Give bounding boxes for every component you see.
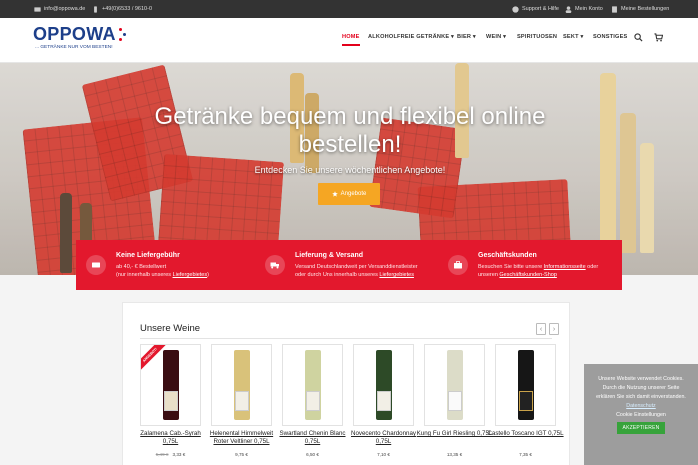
logo-dot-red-2 bbox=[119, 38, 122, 41]
info-text-prefix: Besuchen Sie bitte unsere bbox=[478, 264, 544, 270]
product-name[interactable]: Kung Fu Girl Riesling 0,75L bbox=[416, 430, 493, 438]
product-name[interactable]: Zalamena Cab.-Syrah 0,75L bbox=[132, 430, 209, 446]
product-image[interactable] bbox=[282, 344, 343, 426]
product-price: 6,50 € bbox=[306, 452, 319, 457]
phone-text: +49(0)6533 / 9610-0 bbox=[102, 6, 152, 12]
orders-text: Meine Bestellungen bbox=[621, 6, 670, 12]
info-title-shipping: Lieferung & Versand bbox=[295, 252, 364, 259]
support-link[interactable]: Support & Hilfe bbox=[512, 5, 559, 13]
help-icon bbox=[512, 5, 519, 13]
carousel-prev-button[interactable]: ‹ bbox=[536, 323, 546, 335]
product-image[interactable]: ANGEBOT! bbox=[140, 344, 201, 426]
offers-button[interactable]: Angebote bbox=[318, 183, 380, 205]
support-text: Support & Hilfe bbox=[522, 6, 559, 12]
truck-icon bbox=[265, 255, 285, 275]
section-title: Unsere Weine bbox=[140, 323, 201, 334]
accept-cookies-button[interactable]: AKZEPTIEREN bbox=[616, 422, 666, 434]
search-icon[interactable] bbox=[634, 33, 643, 42]
product-name[interactable]: Helenental Himmelweit Roter Veltliner 0,… bbox=[203, 430, 280, 446]
nav-sonstiges[interactable]: SONSTIGES bbox=[593, 34, 627, 40]
info-title-business: Geschäftskunden bbox=[478, 252, 537, 259]
logo-dot-red bbox=[119, 28, 122, 31]
cookie-text: Durch die Nutzung unserer Seite bbox=[602, 385, 680, 391]
nav-sekt[interactable]: SEKT ▾ bbox=[563, 34, 583, 40]
info-text: oder durch Uns innerhalb unseres Lieferg… bbox=[295, 272, 414, 278]
product-price: 5,49 €3,33 € bbox=[132, 452, 209, 457]
info-text: (nur innerhalb unseres Liefergebietes) bbox=[116, 272, 209, 278]
chevron-right-icon: › bbox=[552, 325, 556, 333]
nav-spirituosen[interactable]: SPIRITUOSEN bbox=[517, 34, 557, 40]
business-shop-link[interactable]: Geschäftskunden-Shop bbox=[499, 272, 556, 278]
delivery-area-link[interactable]: Liefergebietes bbox=[379, 272, 414, 278]
account-text: Mein Konto bbox=[575, 6, 603, 12]
product-price: 7,10 € bbox=[377, 452, 390, 457]
info-shipping: Lieferung & Versand Versand Deutschlandw… bbox=[265, 240, 445, 290]
nav-home[interactable]: HOME bbox=[342, 34, 360, 46]
divider bbox=[140, 338, 552, 339]
product-price: 9,75 € bbox=[235, 452, 248, 457]
product-image[interactable] bbox=[424, 344, 485, 426]
info-band: Keine Liefergebühr ab 40,- € Bestellwert… bbox=[76, 240, 622, 290]
cart-icon[interactable] bbox=[654, 33, 663, 42]
cookie-text: erklären Sie sich damit einverstanden. bbox=[596, 394, 686, 400]
info-business: Geschäftskunden Besuchen Sie bitte unser… bbox=[448, 240, 618, 290]
cookie-settings-link[interactable]: Cookie Einstellungen bbox=[584, 411, 698, 420]
account-link[interactable]: Mein Konto bbox=[565, 5, 603, 13]
info-text-prefix: (nur innerhalb unseres bbox=[116, 272, 173, 278]
phone-icon bbox=[94, 5, 97, 13]
product-image[interactable] bbox=[495, 344, 556, 426]
mail-icon bbox=[34, 6, 41, 12]
info-text: Versand Deutschlandweit per Versanddiens… bbox=[295, 264, 418, 270]
old-price: 5,49 € bbox=[155, 452, 169, 457]
orders-link[interactable]: Meine Bestellungen bbox=[611, 5, 670, 13]
orders-icon bbox=[612, 5, 617, 13]
product-price: 7,35 € bbox=[519, 452, 532, 457]
info-text-prefix: unseren bbox=[478, 272, 500, 278]
info-text-prefix: oder durch Uns innerhalb unseres bbox=[295, 272, 380, 278]
product-name[interactable]: Swartland Chenin Blanc 0,75L bbox=[274, 430, 351, 446]
info-text-suffix: ) bbox=[207, 272, 209, 278]
site-header: OPPOWA ... GETRÄNKE NUR VOM BESTEN! HOME… bbox=[0, 18, 698, 63]
product-price: 13,35 € bbox=[446, 452, 463, 457]
logo-brand: OPPOWA bbox=[33, 24, 116, 44]
info-free-delivery: Keine Liefergebühr ab 40,- € Bestellwert… bbox=[86, 240, 256, 290]
logo-tagline: ... GETRÄNKE NUR VOM BESTEN! bbox=[35, 45, 113, 50]
product-image[interactable] bbox=[211, 344, 272, 426]
cookie-notice: Unsere Website verwendet Cookies. Durch … bbox=[584, 364, 698, 465]
info-text-suffix: oder bbox=[585, 264, 599, 270]
email-link[interactable]: info@oppowa.de bbox=[34, 6, 85, 13]
user-icon bbox=[565, 5, 572, 13]
wines-section: Unsere Weine ‹ › ANGEBOT! Zalamena Cab.-… bbox=[122, 302, 570, 465]
current-price: 3,33 € bbox=[172, 452, 186, 457]
info-text: unseren Geschäftskunden-Shop bbox=[478, 272, 557, 278]
delivery-area-link[interactable]: Liefergebietes bbox=[173, 272, 208, 278]
product-image[interactable] bbox=[353, 344, 414, 426]
product-name[interactable]: Castello Toscano IGT 0,75L bbox=[487, 430, 564, 438]
info-title-free-delivery: Keine Liefergebühr bbox=[116, 252, 180, 259]
star-icon bbox=[331, 191, 338, 197]
top-bar: info@oppowa.de +49(0)6533 / 9610-0 Suppo… bbox=[0, 0, 698, 18]
offers-button-label: Angebote bbox=[340, 191, 367, 197]
info-text: Besuchen Sie bitte unsere Informationsse… bbox=[478, 264, 598, 270]
carousel-next-button[interactable]: › bbox=[549, 323, 559, 335]
cookie-text: Unsere Website verwendet Cookies. bbox=[598, 376, 684, 382]
hero-title: Getränke bequem und flexibel online best… bbox=[154, 103, 546, 158]
logo-dot-blue bbox=[123, 33, 126, 36]
phone-link[interactable]: +49(0)6533 / 9610-0 bbox=[92, 5, 152, 13]
info-text: ab 40,- € Bestellwert bbox=[116, 264, 167, 270]
info-page-link[interactable]: Informationsseite bbox=[544, 264, 586, 270]
briefcase-icon bbox=[448, 255, 468, 275]
chevron-left-icon: ‹ bbox=[539, 325, 543, 333]
privacy-link[interactable]: Datenschutz bbox=[626, 403, 655, 409]
email-text: info@oppowa.de bbox=[44, 6, 86, 12]
nav-alkoholfrei[interactable]: ALKOHOLFREIE GETRÄNKE ▾ bbox=[368, 34, 454, 40]
money-icon bbox=[86, 255, 106, 275]
product-name[interactable]: Novecento Chardonnay 0,75L bbox=[345, 430, 422, 446]
nav-wein[interactable]: WEIN ▾ bbox=[486, 34, 506, 40]
hero-subtitle: Entdecken Sie unsere wöchentlichen Angeb… bbox=[254, 165, 446, 175]
nav-bier[interactable]: BIER ▾ bbox=[457, 34, 476, 40]
logo[interactable]: OPPOWA ... GETRÄNKE NUR VOM BESTEN! bbox=[33, 24, 133, 57]
